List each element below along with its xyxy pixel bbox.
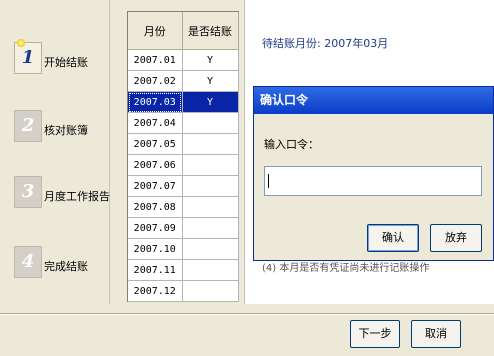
table-row[interactable]: 2007.09: [128, 217, 239, 239]
step-start-closing: 1 开始结账: [14, 38, 110, 78]
table-row[interactable]: 2007.06: [128, 154, 239, 176]
step-label: 完成结账: [44, 260, 88, 273]
cancel-button[interactable]: 取消: [411, 320, 461, 348]
month-status-table: 月份 是否结账 2007.01 Y 2007.02 Y 2007.03 Y 2007.…: [127, 11, 239, 302]
month-cell: 2007.03: [128, 91, 183, 113]
step-label: 月度工作报告: [44, 190, 110, 203]
table-row[interactable]: 2007.08: [128, 196, 239, 218]
closed-cell: [182, 154, 239, 176]
footer-divider: [0, 313, 494, 315]
step-4-icon: 4: [14, 246, 42, 278]
month-cell: 2007.12: [128, 280, 183, 302]
closed-cell: Y: [182, 49, 239, 71]
check-hint-text: (4) 本月是否有凭证尚未进行记账操作: [262, 263, 430, 274]
closed-cell: Y: [182, 70, 239, 92]
steps-panel: 1 开始结账 2 核对账簿 3 月度工作报告 4 完成结账: [0, 0, 110, 304]
table-row[interactable]: 2007.11: [128, 259, 239, 281]
closed-cell: [182, 133, 239, 155]
month-cell: 2007.06: [128, 154, 183, 176]
closed-cell: [182, 259, 239, 281]
closed-cell: [182, 238, 239, 260]
month-cell: 2007.09: [128, 217, 183, 239]
closed-cell: [182, 196, 239, 218]
table-row[interactable]: 2007.04: [128, 112, 239, 134]
column-header-month[interactable]: 月份: [128, 12, 183, 50]
month-cell: 2007.05: [128, 133, 183, 155]
step-monthly-report: 3 月度工作报告: [14, 176, 110, 212]
dialog-title: 确认口令: [254, 87, 493, 114]
step-check-books: 2 核对账簿: [14, 110, 110, 146]
password-dialog: 确认口令 输入口令： 确认 放弃: [253, 86, 494, 261]
closed-cell: Y: [182, 91, 239, 113]
password-label: 输入口令：: [264, 138, 319, 151]
password-input[interactable]: [264, 166, 482, 196]
table-row[interactable]: 2007.10: [128, 238, 239, 260]
step-label: 核对账簿: [44, 124, 88, 137]
month-cell: 2007.02: [128, 70, 183, 92]
table-row[interactable]: 2007.05: [128, 133, 239, 155]
discard-button[interactable]: 放弃: [430, 224, 482, 252]
month-cell: 2007.11: [128, 259, 183, 281]
step-finish-closing: 4 完成结账: [14, 246, 110, 282]
month-cell: 2007.10: [128, 238, 183, 260]
table-row[interactable]: 2007.12: [128, 280, 239, 302]
step-2-icon: 2: [14, 110, 42, 142]
text-caret: [268, 174, 269, 188]
table-row-selected[interactable]: 2007.03 Y: [128, 91, 239, 113]
month-cell: 2007.07: [128, 175, 183, 197]
month-cell: 2007.01: [128, 49, 183, 71]
closed-cell: [182, 217, 239, 239]
table-row[interactable]: 2007.07: [128, 175, 239, 197]
step-3-icon: 3: [14, 176, 42, 208]
month-cell: 2007.04: [128, 112, 183, 134]
closed-cell: [182, 175, 239, 197]
confirm-button[interactable]: 确认: [367, 224, 419, 252]
table-row[interactable]: 2007.01 Y: [128, 49, 239, 71]
table-row[interactable]: 2007.02 Y: [128, 70, 239, 92]
step-1-icon: 1: [14, 38, 42, 74]
closed-cell: [182, 280, 239, 302]
closed-cell: [182, 112, 239, 134]
step-label: 开始结账: [44, 56, 88, 69]
pending-month-text: 待结账月份: 2007年03月: [262, 37, 389, 50]
month-cell: 2007.08: [128, 196, 183, 218]
next-step-button[interactable]: 下一步: [350, 320, 400, 348]
column-header-closed[interactable]: 是否结账: [182, 12, 239, 50]
